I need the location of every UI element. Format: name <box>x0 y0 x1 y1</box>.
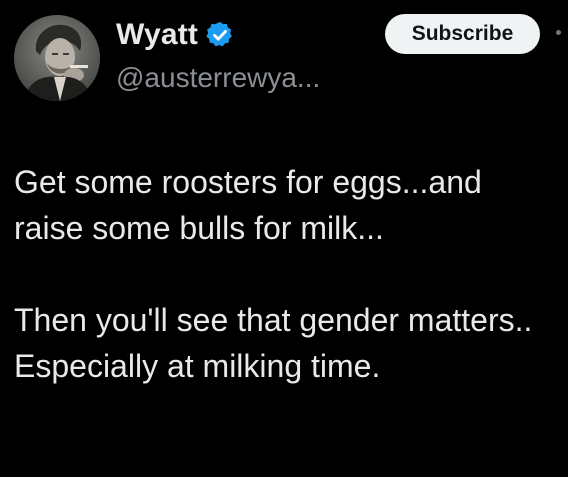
tweet-paragraph: Get some roosters for eggs...and raise s… <box>14 164 482 246</box>
display-name[interactable]: Wyatt <box>116 18 198 52</box>
user-name-row: Wyatt <box>116 16 235 54</box>
more-dots-icon[interactable] <box>556 30 561 35</box>
avatar[interactable] <box>14 15 100 101</box>
tweet-paragraph: Then you'll see that gender matters.. Es… <box>14 302 533 384</box>
user-handle[interactable]: @austerrewya... <box>116 62 320 94</box>
tweet-text: Get some roosters for eggs...and raise s… <box>14 159 559 389</box>
subscribe-button[interactable]: Subscribe <box>385 14 540 54</box>
tweet-card: Wyatt @austerrewya... Subscribe Get some… <box>0 0 568 477</box>
avatar-photo <box>14 15 100 101</box>
verified-badge-icon <box>205 20 235 50</box>
